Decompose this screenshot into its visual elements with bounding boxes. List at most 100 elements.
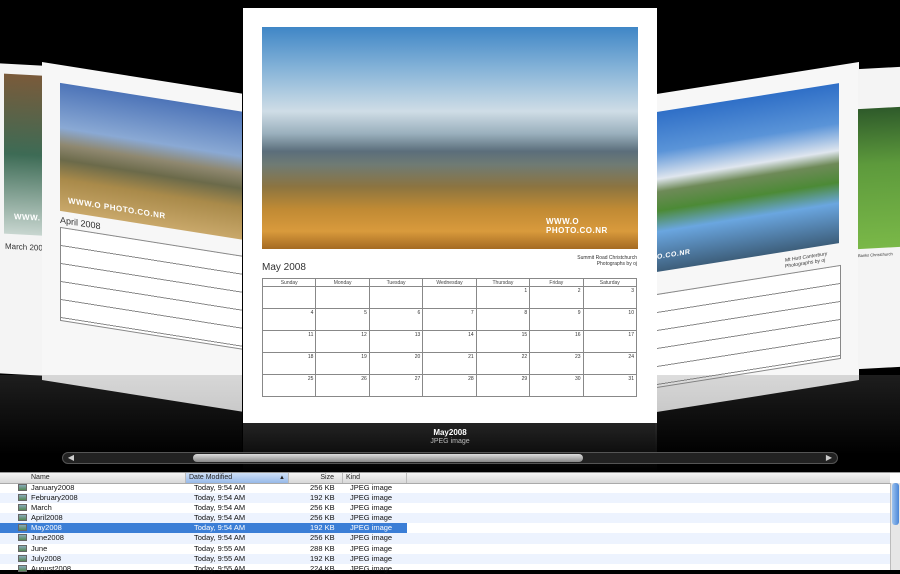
- calendar-day-cell: 13: [369, 331, 424, 353]
- calendar-day-cell: 21: [423, 353, 477, 375]
- file-row[interactable]: January2008 Today, 9:54 AM 256 KB JPEG imag…: [0, 483, 890, 493]
- file-date-modified: Today, 9:54 AM: [194, 513, 246, 523]
- file-row[interactable]: May2008 Today, 9:54 AM 192 KB JPEG image: [0, 523, 407, 534]
- calendar-weekday-header: Saturday: [583, 279, 637, 287]
- scroll-right-icon[interactable]: ▶: [823, 454, 835, 462]
- cover-item-june[interactable]: O.CO.NR Mt Hutt Canterbury Photographs b…: [655, 62, 859, 413]
- file-date-modified: Today, 9:55 AM: [194, 553, 246, 563]
- calendar-day-cell: 26: [316, 375, 370, 397]
- file-date-modified: Today, 9:55 AM: [194, 543, 246, 553]
- sort-ascending-icon: ▲: [279, 475, 285, 481]
- calendar-month-title: March 2008: [5, 241, 48, 253]
- jpeg-file-icon: [18, 484, 27, 491]
- jpeg-file-icon: [18, 524, 27, 532]
- file-size: 192 KB: [310, 553, 335, 563]
- calendar-weekday-header: Friday: [530, 279, 584, 287]
- file-name: April2008: [31, 513, 63, 523]
- list-vertical-scrollbar[interactable]: [890, 483, 900, 570]
- file-size: 288 KB: [310, 543, 335, 553]
- calendar-weekday-header: Wednesday: [423, 279, 477, 287]
- calendar-day-cell: 4: [263, 309, 317, 331]
- jpeg-file-icon: [18, 554, 27, 562]
- file-name: January2008: [31, 483, 75, 492]
- cover-flow-scroll-thumb[interactable]: [193, 454, 583, 462]
- calendar-day-cell: [263, 287, 317, 309]
- column-header-size[interactable]: Size: [289, 473, 343, 483]
- calendar-day-cell: 2: [530, 287, 584, 309]
- list-scroll-thumb[interactable]: [892, 483, 899, 525]
- column-header-kind[interactable]: Kind: [343, 473, 407, 483]
- file-kind: JPEG image: [350, 493, 393, 503]
- file-size: 256 KB: [310, 503, 335, 513]
- file-name: June: [31, 543, 48, 553]
- cover-photo-july: [858, 106, 900, 250]
- file-row[interactable]: April2008 Today, 9:54 AM 256 KB JPEG image: [0, 513, 890, 524]
- file-kind: JPEG image: [350, 553, 393, 563]
- column-header-date-label: Date Modified: [189, 474, 233, 481]
- calendar-day-cell: 23: [530, 353, 584, 375]
- file-name: June2008: [31, 533, 64, 543]
- cover-photo-may: WWW.O PHOTO.CO.NR: [262, 27, 638, 249]
- file-size: 192 KB: [310, 523, 335, 533]
- file-kind: JPEG image: [350, 523, 393, 533]
- calendar-day-cell: 1: [476, 287, 531, 309]
- calendar-grid: [60, 226, 242, 350]
- calendar-day-cell: 17: [583, 331, 637, 353]
- calendar-day-cell: 24: [583, 353, 637, 375]
- file-kind: JPEG image: [350, 513, 393, 523]
- file-row[interactable]: February2008 Today, 9:54 AM 192 KB JPEG ima…: [0, 493, 890, 504]
- photo-credit-author: Photographs by oj: [596, 261, 637, 267]
- jpeg-file-icon: [18, 504, 27, 512]
- column-header-name[interactable]: Name: [28, 473, 186, 483]
- cover-photo-june: [655, 83, 839, 273]
- file-date-modified: Today, 9:54 AM: [194, 523, 246, 533]
- watermark-text: WWW.: [14, 212, 41, 223]
- file-size: 256 KB: [310, 483, 335, 492]
- file-kind: JPEG image: [350, 503, 393, 513]
- calendar-day-cell: 12: [316, 331, 370, 353]
- column-header-date-modified[interactable]: Date Modified ▲: [186, 473, 289, 483]
- calendar-day-cell: 11: [263, 331, 317, 353]
- calendar-day-cell: 19: [316, 353, 370, 375]
- calendar-day-cell: 30: [530, 375, 584, 397]
- cover-flow-view[interactable]: WWW. March 2008 WWW.O PHOTO.CO.NR April …: [0, 0, 900, 472]
- cover-item-july[interactable]: Banks Christchurch: [858, 66, 900, 370]
- calendar-weekday-header: Monday: [316, 279, 370, 287]
- file-row[interactable]: June Today, 9:55 AM 288 KB JPEG image: [0, 544, 890, 554]
- file-row[interactable]: July2008 Today, 9:55 AM 192 KB JPEG image: [0, 553, 890, 564]
- jpeg-file-icon: [18, 514, 27, 522]
- calendar-grid: Sunday Monday Tuesday Wednesday Thursday Frid…: [262, 278, 637, 397]
- cover-caption-kind: JPEG image: [430, 438, 470, 445]
- file-date-modified: Today, 9:54 AM: [194, 533, 246, 543]
- calendar-day-cell: 9: [530, 309, 584, 331]
- calendar-weekday-header: Sunday: [263, 279, 317, 287]
- file-name: March: [31, 503, 52, 513]
- cover-item-april[interactable]: WWW.O PHOTO.CO.NR April 2008: [42, 62, 242, 412]
- cover-caption-title: May2008: [433, 428, 467, 437]
- calendar-day-cell: 5: [316, 309, 370, 331]
- file-name: February2008: [31, 493, 78, 503]
- calendar-day-cell: 6: [369, 309, 424, 331]
- calendar-month-title: May 2008: [262, 262, 306, 273]
- jpeg-file-icon: [18, 534, 27, 542]
- file-kind: JPEG image: [350, 483, 393, 492]
- cover-flow-scrollbar[interactable]: ◀ ▶: [62, 452, 838, 464]
- file-size: 192 KB: [310, 493, 335, 503]
- cover-item-may[interactable]: WWW.O PHOTO.CO.NR May 2008 Summit Road C…: [243, 8, 657, 423]
- file-list[interactable]: Name Date Modified ▲ Size Kind January20…: [0, 472, 900, 573]
- file-row[interactable]: March Today, 9:54 AM 256 KB JPEG image: [0, 503, 890, 513]
- calendar-day-cell: [369, 287, 424, 309]
- file-kind: JPEG image: [350, 533, 393, 543]
- calendar-day-cell: 7: [423, 309, 477, 331]
- calendar-day-cell: [423, 287, 477, 309]
- calendar-day-cell: 10: [583, 309, 637, 331]
- calendar-day-cell: 8: [476, 309, 531, 331]
- file-size: 256 KB: [310, 513, 335, 523]
- jpeg-file-icon: [18, 564, 27, 572]
- calendar-weekday-header: Tuesday: [369, 279, 424, 287]
- file-date-modified: Today, 9:54 AM: [194, 503, 246, 513]
- jpeg-file-icon: [18, 494, 27, 502]
- scroll-left-icon[interactable]: ◀: [65, 454, 77, 462]
- file-row[interactable]: June2008 Today, 9:54 AM 256 KB JPEG image: [0, 533, 890, 544]
- calendar-day-cell: 16: [530, 331, 584, 353]
